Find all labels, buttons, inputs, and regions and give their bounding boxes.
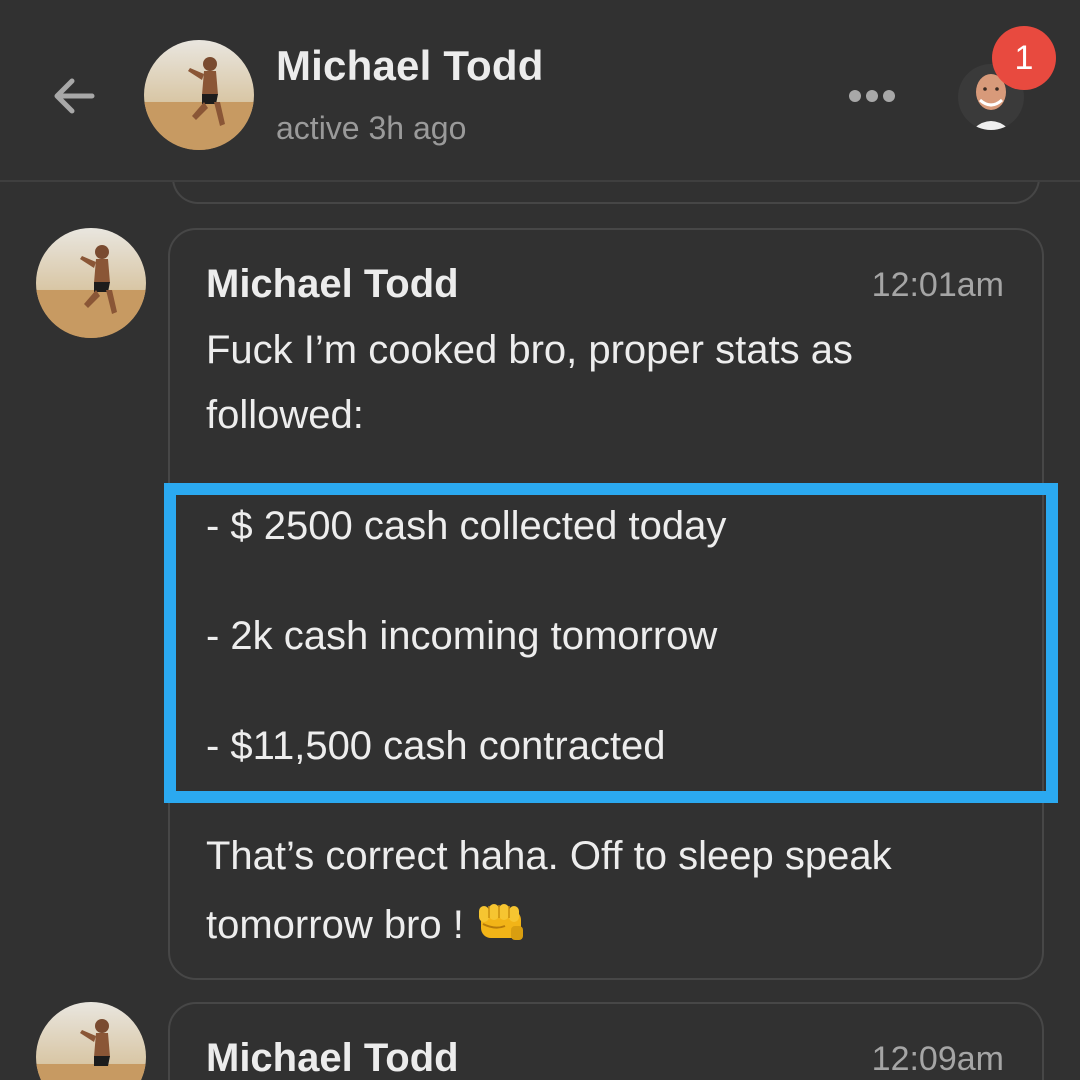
highlight-annotation-box (164, 483, 1058, 803)
contact-name[interactable]: Michael Todd (276, 42, 544, 90)
message-sender-name: Michael Todd (206, 262, 459, 306)
message-text: tomorrow bro ! (206, 903, 475, 947)
message-sender-name: Michael Todd (206, 1036, 459, 1080)
more-horizontal-icon (849, 90, 895, 102)
contact-active-status: active 3h ago (276, 110, 467, 146)
sender-avatar[interactable] (36, 1002, 146, 1080)
oncoming-fist-emoji-icon (475, 898, 529, 954)
message-timestamp: 12:09am (871, 1040, 1004, 1078)
sender-avatar[interactable] (36, 228, 146, 338)
more-options-button[interactable] (840, 76, 904, 116)
message-text-line: That’s correct haha. Off to sleep speak (206, 834, 892, 878)
message-text-line-with-emoji: tomorrow bro ! (206, 898, 529, 954)
chat-screen: Michael Todd 12:01am Fuck I’m cooked bro… (0, 0, 1080, 1080)
message-text-line: followed: (206, 393, 364, 437)
back-button[interactable] (44, 66, 104, 126)
message-timestamp: 12:01am (871, 266, 1004, 304)
arrow-left-icon (54, 78, 95, 114)
notification-badge[interactable]: 1 (992, 26, 1056, 90)
chat-header: Michael Todd active 3h ago (0, 0, 1080, 182)
contact-avatar[interactable] (144, 40, 254, 150)
message-text-line: Fuck I’m cooked bro, proper stats as (206, 328, 853, 372)
